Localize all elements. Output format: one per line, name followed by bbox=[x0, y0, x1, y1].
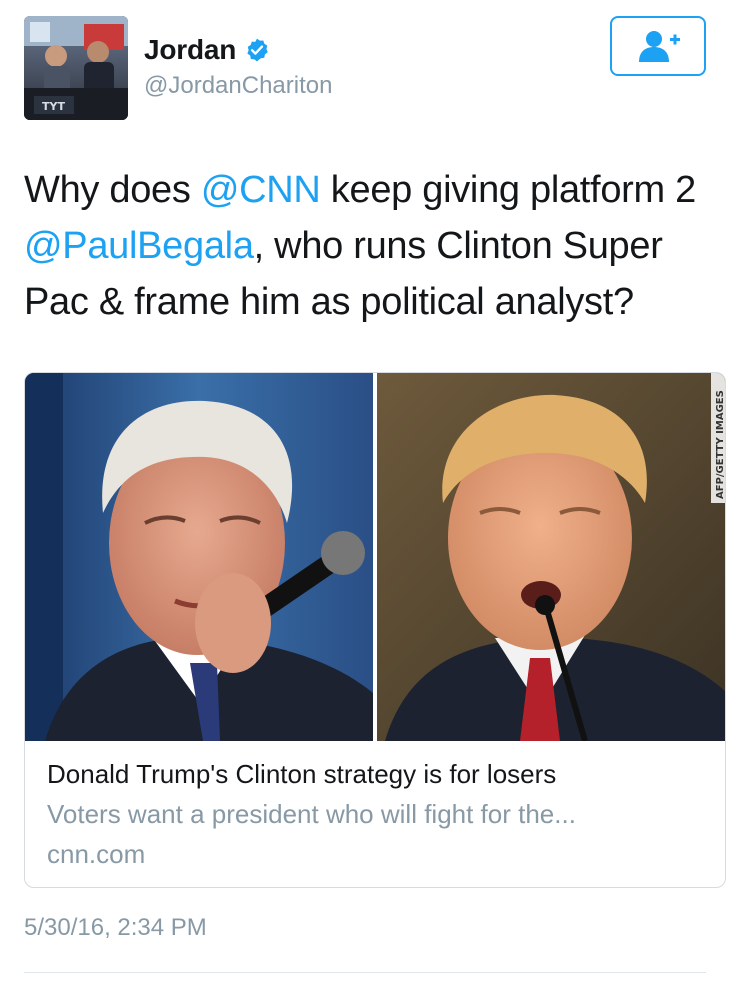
card-description: Voters want a president who will fight f… bbox=[47, 799, 576, 829]
tweet-header: TYT Jordan @JordanChariton bbox=[24, 16, 706, 122]
mention-link-cnn[interactable]: @CNN bbox=[201, 169, 321, 211]
image-credit: AFP/GETTY IMAGES bbox=[715, 390, 726, 499]
verified-badge-icon bbox=[247, 38, 268, 62]
card-title[interactable]: Donald Trump's Clinton strategy is for l… bbox=[47, 759, 556, 790]
mention-link-paulbegala[interactable]: @PaulBegala bbox=[24, 225, 254, 267]
tweet-text: Why does @CNN keep giving platform 2 @Pa… bbox=[24, 162, 714, 330]
avatar-photo: TYT bbox=[24, 16, 128, 120]
divider bbox=[24, 972, 706, 973]
author-handle[interactable]: @JordanChariton bbox=[144, 72, 332, 100]
link-preview-card[interactable]: AFP/GETTY IMAGES Donald Trump's Clinton … bbox=[24, 372, 726, 888]
avatar[interactable]: TYT bbox=[24, 16, 128, 120]
tweet-timestamp[interactable]: 5/30/16, 2:34 PM bbox=[24, 914, 207, 942]
author-name-row: Jordan bbox=[144, 34, 270, 66]
card-domain: cnn.com bbox=[47, 839, 146, 869]
tweet-text-segment: Why does bbox=[24, 169, 201, 211]
svg-text:TYT: TYT bbox=[42, 100, 65, 113]
author-name[interactable]: Jordan bbox=[144, 34, 236, 66]
card-image: AFP/GETTY IMAGES bbox=[25, 373, 726, 741]
add-user-icon bbox=[639, 31, 680, 62]
tweet-text-segment: keep giving platform 2 bbox=[320, 169, 696, 211]
follow-button[interactable] bbox=[610, 16, 706, 76]
